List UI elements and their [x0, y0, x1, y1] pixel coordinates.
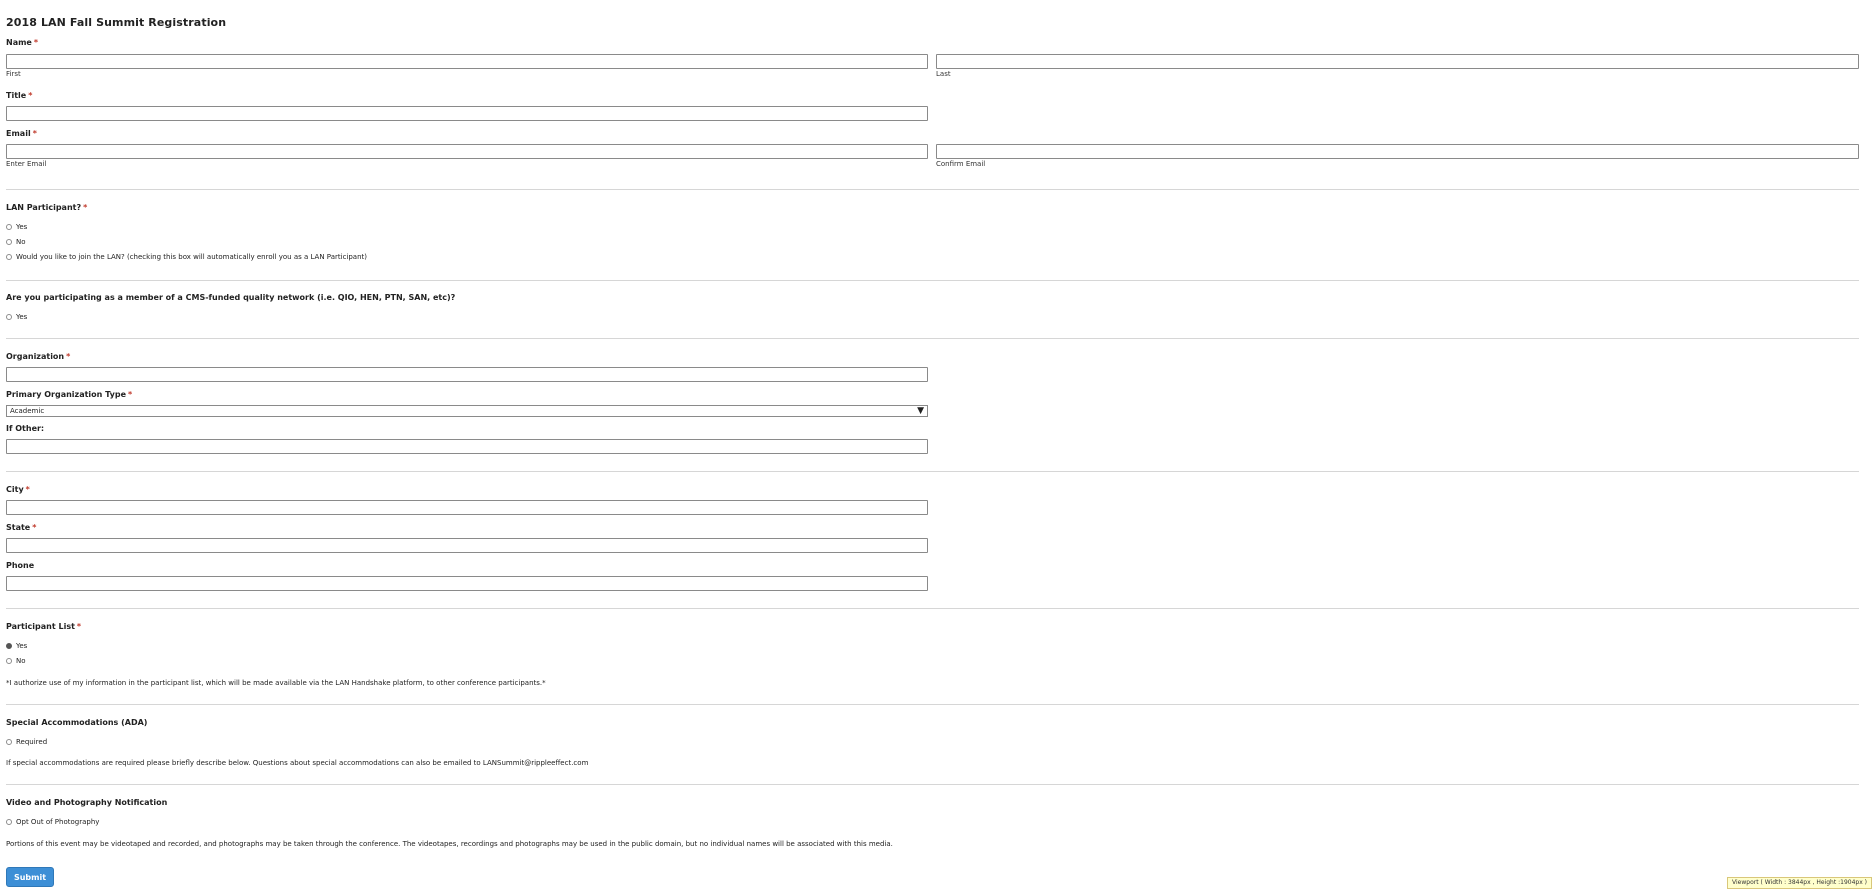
submit-button[interactable]: Submit [6, 867, 54, 887]
org-type-label: Primary Organization Type * [6, 390, 133, 399]
if-other-label: If Other: [6, 424, 45, 433]
divider [6, 280, 1859, 281]
radio-icon[interactable] [6, 819, 12, 825]
radio-icon[interactable] [6, 314, 12, 320]
phone-label: Phone [6, 561, 35, 570]
first-name-input[interactable] [6, 54, 928, 69]
last-name-sublabel: Last [936, 70, 951, 78]
divider [6, 704, 1859, 705]
lan-participant-label: LAN Participant? * [6, 203, 88, 212]
page-title: 2018 LAN Fall Summit Registration [6, 16, 227, 29]
video-notification-label: Video and Photography Notification [6, 798, 168, 807]
lan-yes-option[interactable]: Yes [6, 222, 27, 232]
first-name-sublabel: First [6, 70, 21, 78]
if-other-input[interactable] [6, 439, 928, 454]
radio-checked-icon[interactable] [6, 643, 12, 649]
state-input[interactable] [6, 538, 928, 553]
lan-join-option[interactable]: Would you like to join the LAN? (checkin… [6, 252, 367, 262]
organization-input[interactable] [6, 367, 928, 382]
participant-no-option[interactable]: No [6, 656, 26, 666]
radio-icon[interactable] [6, 254, 12, 260]
last-name-input[interactable] [936, 54, 1859, 69]
phone-input[interactable] [6, 576, 928, 591]
org-type-value: Academic [10, 407, 45, 415]
email-label: Email * [6, 129, 37, 138]
org-type-select[interactable]: Academic ▼ [6, 405, 928, 417]
divider [6, 189, 1859, 190]
divider [6, 784, 1859, 785]
divider [6, 471, 1859, 472]
state-label: State * [6, 523, 37, 532]
city-label: City * [6, 485, 30, 494]
ada-label: Special Accommodations (ADA) [6, 718, 148, 727]
title-input[interactable] [6, 106, 928, 121]
cms-yes-option[interactable]: Yes [6, 312, 27, 322]
viewport-size-badge: Viewport ( Width : 3844px , Height :1904… [1727, 877, 1872, 889]
dropdown-arrow-icon: ▼ [917, 406, 924, 416]
radio-icon[interactable] [6, 658, 12, 664]
participant-list-label: Participant List * [6, 622, 82, 631]
cms-network-label: Are you participating as a member of a C… [6, 293, 456, 302]
radio-icon[interactable] [6, 224, 12, 230]
divider [6, 608, 1859, 609]
participant-yes-option[interactable]: Yes [6, 641, 27, 651]
ada-required-option[interactable]: Required [6, 737, 47, 747]
video-note: Portions of this event may be videotaped… [6, 840, 893, 848]
participant-list-note: *I authorize use of my information in th… [6, 679, 546, 687]
radio-icon[interactable] [6, 739, 12, 745]
name-label: Name * [6, 38, 39, 47]
lan-no-option[interactable]: No [6, 237, 26, 247]
email-input[interactable] [6, 144, 928, 159]
confirm-email-sublabel: Confirm Email [936, 160, 986, 168]
organization-label: Organization * [6, 352, 71, 361]
email-sublabel: Enter Email [6, 160, 47, 168]
divider [6, 338, 1859, 339]
city-input[interactable] [6, 500, 928, 515]
opt-out-photography-option[interactable]: Opt Out of Photography [6, 817, 99, 827]
title-label: Title * [6, 91, 33, 100]
radio-icon[interactable] [6, 239, 12, 245]
confirm-email-input[interactable] [936, 144, 1859, 159]
ada-note: If special accommodations are required p… [6, 759, 589, 767]
